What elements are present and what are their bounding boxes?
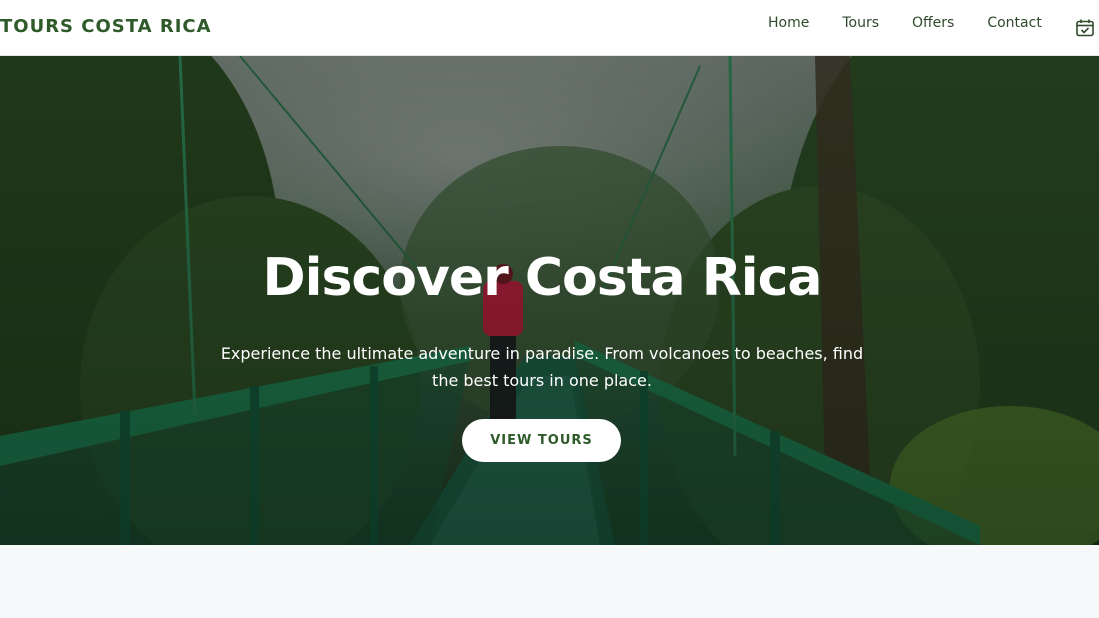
view-tours-button[interactable]: VIEW TOURS [462,419,621,462]
hero-section: Discover Costa Rica Experience the ultim… [0,56,1099,545]
brand-logo[interactable]: TOURS COSTA RICA [0,16,212,37]
hero-subtitle-line2: the best tours in one place. [432,371,652,390]
nav-tours[interactable]: Tours [842,15,879,31]
site-header: TOURS COSTA RICA Home Tours Offers Conta… [0,0,1099,56]
calendar-button[interactable] [1075,18,1095,38]
hero-subtitle: Experience the ultimate adventure in par… [220,340,864,394]
content-section [0,545,1099,618]
hero-subtitle-line1: Experience the ultimate adventure in par… [220,344,864,363]
main-nav: Home Tours Offers Contact [768,15,1042,31]
nav-offers[interactable]: Offers [912,15,954,31]
calendar-check-icon [1076,19,1094,37]
nav-home[interactable]: Home [768,15,809,31]
nav-contact[interactable]: Contact [987,15,1041,31]
hero-title: Discover Costa Rica [262,248,822,308]
